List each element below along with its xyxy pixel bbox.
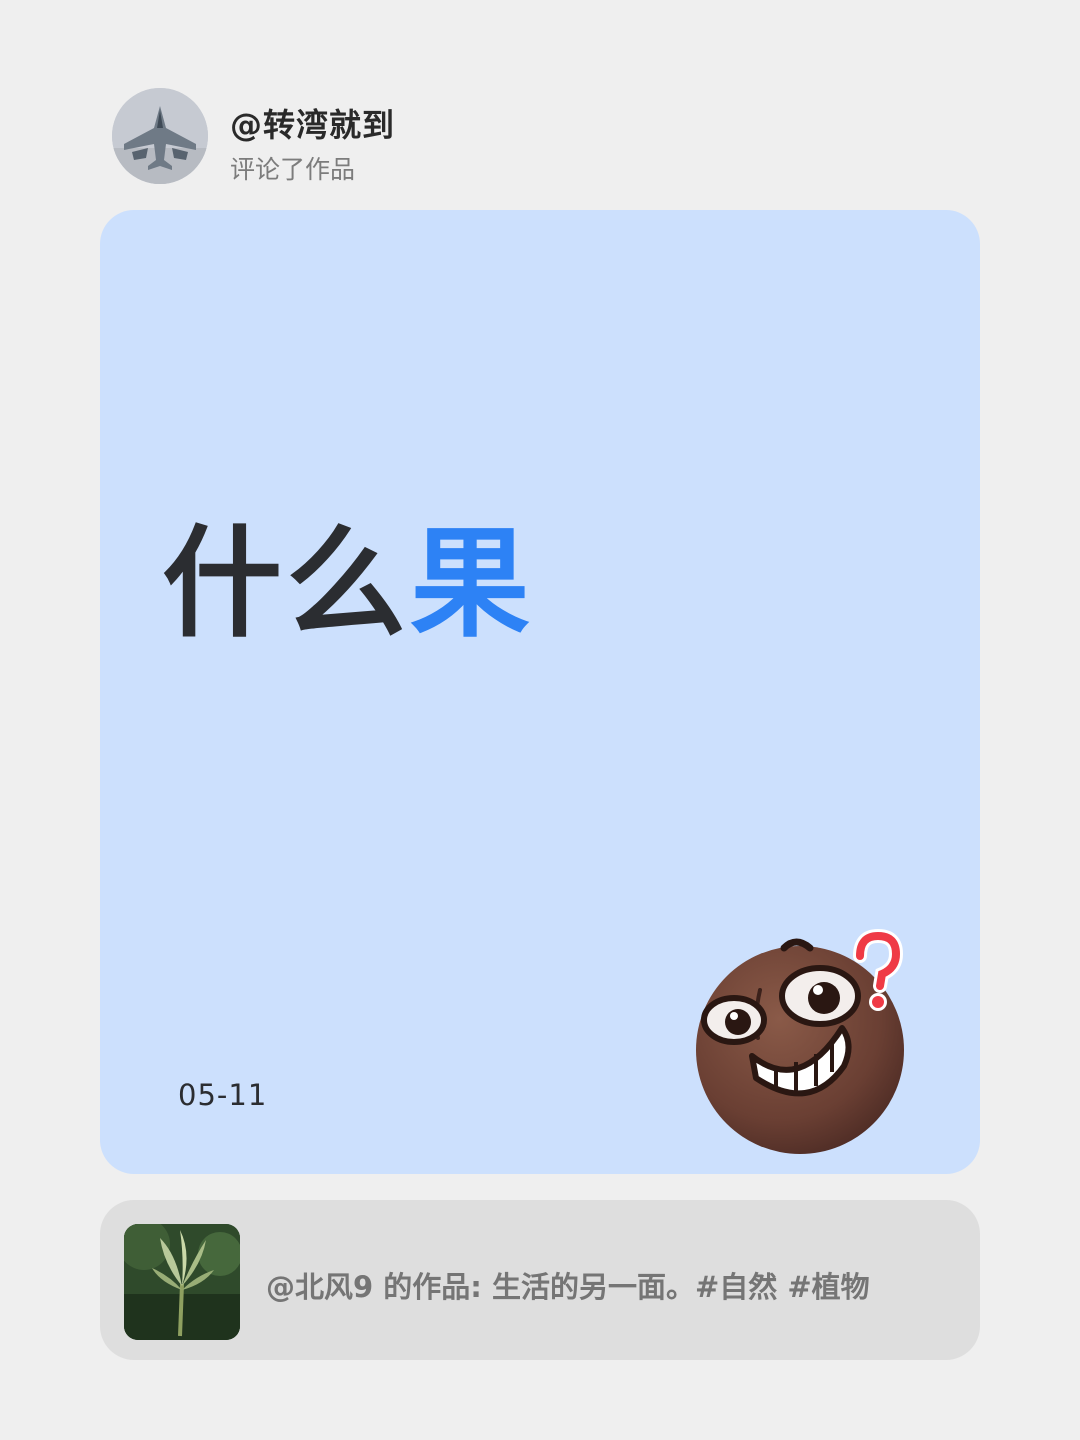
confused-grin-emoji-icon xyxy=(696,928,904,1154)
comment-date: 05-11 xyxy=(178,1078,268,1112)
comment-text-main: 什么 xyxy=(162,515,410,654)
username[interactable]: @转湾就到 xyxy=(230,100,395,146)
comment-text: 什么果 xyxy=(162,510,534,660)
quoted-work-text[interactable]: @北风9 的作品: 生活的另一面。#自然 #植物 xyxy=(266,1264,870,1306)
fighter-jet-avatar-icon xyxy=(112,88,208,184)
action-label: 评论了作品 xyxy=(230,155,356,184)
quoted-work-card[interactable]: @北风9 的作品: 生活的另一面。#自然 #植物 xyxy=(100,1200,980,1360)
comment-text-accent: 果 xyxy=(410,515,534,654)
avatar[interactable] xyxy=(112,88,208,184)
plant-sprout-thumbnail-icon xyxy=(124,1224,240,1340)
comment-card[interactable]: 什么果 05-11 xyxy=(100,210,980,1174)
comment-header: @转湾就到 评论了作品 xyxy=(112,88,1012,188)
work-thumbnail[interactable] xyxy=(124,1224,240,1340)
